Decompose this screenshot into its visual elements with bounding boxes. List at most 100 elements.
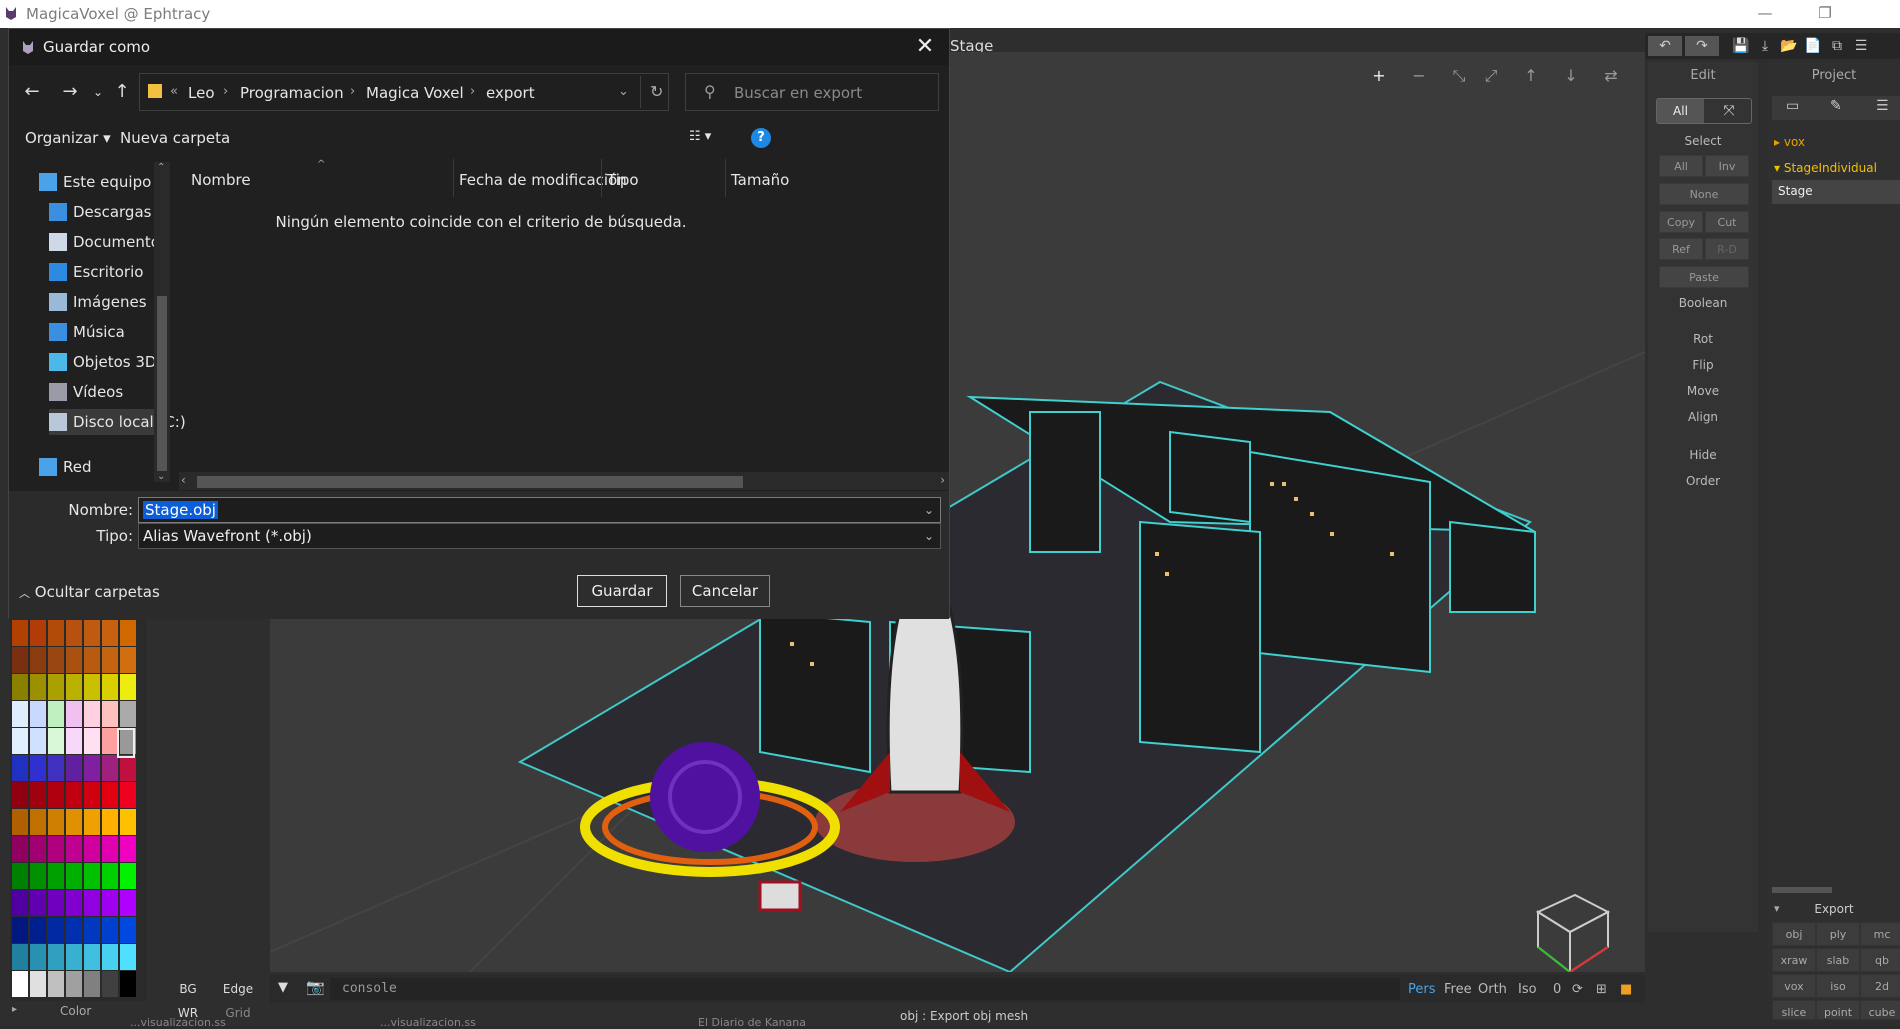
- palette-swatch[interactable]: [84, 836, 100, 862]
- palette-swatch[interactable]: [12, 728, 28, 754]
- new-folder-button[interactable]: Nueva carpeta: [120, 129, 230, 147]
- expand-icon[interactable]: ⤢: [1480, 66, 1502, 86]
- palette-swatch[interactable]: [12, 674, 28, 700]
- palette-swatch[interactable]: [66, 647, 82, 673]
- palette-swatch[interactable]: [12, 755, 28, 781]
- palette-swatch[interactable]: [48, 674, 64, 700]
- palette-swatch[interactable]: [120, 809, 136, 835]
- export-mc-button[interactable]: mc: [1860, 922, 1900, 946]
- export-slice-button[interactable]: slice: [1772, 1000, 1816, 1020]
- palette-swatch[interactable]: [120, 755, 136, 781]
- tree-item-stage[interactable]: Stage: [1772, 180, 1900, 204]
- export-vox-button[interactable]: vox: [1772, 974, 1816, 998]
- palette-swatch[interactable]: [12, 782, 28, 808]
- palette-swatch[interactable]: [12, 917, 28, 943]
- export-iso-button[interactable]: iso: [1816, 974, 1860, 998]
- project-scrollbar[interactable]: [1772, 887, 1832, 893]
- column-size[interactable]: Tamaño: [731, 171, 789, 189]
- palette-swatch[interactable]: [30, 890, 46, 916]
- palette-swatch[interactable]: [120, 620, 136, 646]
- paste-button[interactable]: Paste: [1659, 266, 1749, 288]
- palette-swatch[interactable]: [66, 836, 82, 862]
- palette-swatch[interactable]: [120, 647, 136, 673]
- palette-swatch[interactable]: [30, 620, 46, 646]
- palette-swatch[interactable]: [30, 863, 46, 889]
- palette-swatch[interactable]: [66, 755, 82, 781]
- palette-swatch[interactable]: [30, 971, 46, 997]
- select-none-button[interactable]: None: [1659, 183, 1749, 205]
- palette-swatch[interactable]: [66, 674, 82, 700]
- palette-swatch[interactable]: [12, 809, 28, 835]
- palette-swatch[interactable]: [48, 620, 64, 646]
- palette-swatch[interactable]: [66, 620, 82, 646]
- breadcrumb-magica-voxel[interactable]: Magica Voxel: [366, 84, 464, 102]
- cut-button[interactable]: Cut: [1705, 211, 1749, 233]
- export-2d-button[interactable]: 2d: [1860, 974, 1900, 998]
- restore-button[interactable]: ❐: [1805, 2, 1845, 24]
- address-bar[interactable]: « Leo › Programacion › Magica Voxel › ex…: [139, 73, 669, 111]
- dropdown-icon[interactable]: ▼: [278, 980, 288, 995]
- palette-swatch[interactable]: [12, 620, 28, 646]
- taskbar-item-left[interactable]: ...visualizacion.ss: [130, 1016, 260, 1029]
- palette-swatch[interactable]: [102, 782, 118, 808]
- save-icon[interactable]: 💾: [1729, 36, 1753, 56]
- open-folder-icon[interactable]: 📂: [1777, 36, 1801, 56]
- move-up-icon[interactable]: ↑: [1520, 66, 1542, 86]
- palette-swatch[interactable]: [84, 863, 100, 889]
- breadcrumb-programacion[interactable]: Programacion: [240, 84, 344, 102]
- palette-swatch[interactable]: [48, 728, 64, 754]
- scroll-left-icon[interactable]: ‹: [181, 473, 186, 487]
- palette-swatch[interactable]: [66, 944, 82, 970]
- view-options-icon[interactable]: ☷ ▾: [689, 129, 711, 144]
- column-separator[interactable]: [601, 159, 602, 197]
- rot-button[interactable]: Rot: [1648, 332, 1758, 346]
- palette-swatch[interactable]: [84, 647, 100, 673]
- search-input[interactable]: ⚲ Buscar en export: [685, 73, 939, 111]
- scroll-down-icon[interactable]: ⌄: [157, 471, 165, 482]
- palette-swatch[interactable]: [66, 809, 82, 835]
- palette-swatch[interactable]: [30, 782, 46, 808]
- all-mode-button[interactable]: All: [1657, 99, 1704, 123]
- hide-folders-toggle[interactable]: ︿ Ocultar carpetas: [19, 583, 160, 601]
- palette-swatch[interactable]: [84, 782, 100, 808]
- palette-swatch[interactable]: [48, 917, 64, 943]
- edge-button[interactable]: Edge: [216, 978, 260, 1000]
- remove-icon[interactable]: −: [1408, 66, 1430, 86]
- palette-swatch[interactable]: [84, 917, 100, 943]
- palette-swatch[interactable]: [12, 971, 28, 997]
- palette-swatch[interactable]: [12, 890, 28, 916]
- palette-swatch[interactable]: [102, 809, 118, 835]
- color-palette[interactable]: [10, 618, 146, 1001]
- filename-dropdown-icon[interactable]: ⌄: [924, 498, 934, 522]
- export-xraw-button[interactable]: xraw: [1772, 948, 1816, 972]
- folder-tab-icon[interactable]: ▭: [1786, 98, 1799, 114]
- palette-swatch[interactable]: [12, 647, 28, 673]
- palette-swatch[interactable]: [48, 647, 64, 673]
- refresh-icon[interactable]: ↻: [650, 82, 663, 101]
- palette-swatch[interactable]: [102, 863, 118, 889]
- grid-icon[interactable]: ⊞: [1596, 982, 1607, 997]
- list-tab-icon[interactable]: ☰: [1876, 98, 1889, 114]
- palette-swatch[interactable]: [66, 971, 82, 997]
- rd-button[interactable]: R-D: [1705, 238, 1749, 260]
- file-list[interactable]: ^ Nombre Fecha de modificación Tipo Tama…: [171, 159, 949, 491]
- palette-swatch[interactable]: [12, 701, 28, 727]
- palette-swatch[interactable]: [102, 971, 118, 997]
- palette-swatch[interactable]: [48, 809, 64, 835]
- rotate-icon[interactable]: ⟳: [1572, 982, 1583, 997]
- move-button[interactable]: Move: [1648, 384, 1758, 398]
- new-file-icon[interactable]: 📄: [1801, 36, 1825, 56]
- organize-button[interactable]: Organizar ▾: [25, 129, 111, 147]
- menu-icon[interactable]: ☰: [1849, 36, 1873, 56]
- nav-item-disco-local-c-[interactable]: Disco local (C:): [49, 409, 186, 435]
- export-qb-button[interactable]: qb: [1860, 948, 1900, 972]
- boolean-button[interactable]: Boolean: [1648, 296, 1758, 310]
- column-separator[interactable]: [725, 159, 726, 197]
- palette-swatch[interactable]: [102, 674, 118, 700]
- export-cube-button[interactable]: cube: [1860, 1000, 1900, 1020]
- palette-swatch[interactable]: [48, 971, 64, 997]
- palette-swatch[interactable]: [120, 890, 136, 916]
- cam-free-button[interactable]: Free: [1444, 982, 1472, 997]
- redo-button[interactable]: ↷: [1685, 36, 1719, 56]
- box-icon[interactable]: ■: [1620, 982, 1632, 997]
